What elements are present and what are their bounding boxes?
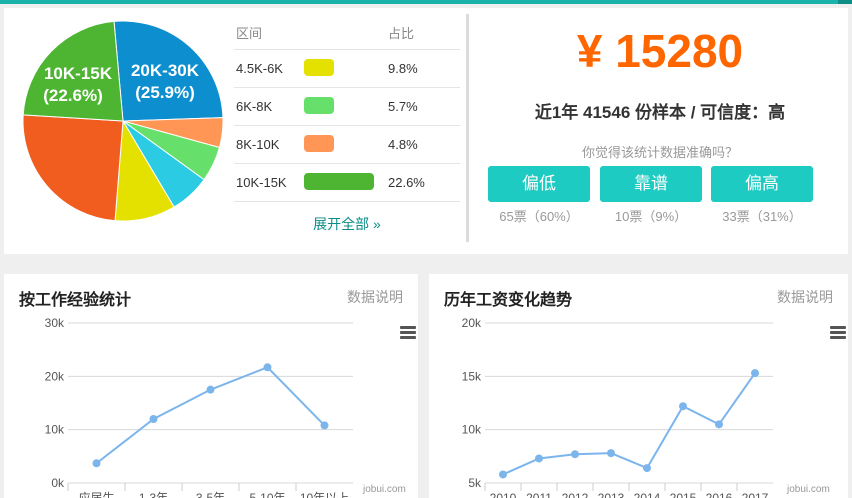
experience-chart-card: 按工作经验统计 数据说明 0k 10k 20k 30k 应届生 1-3年 3-5年 5-10年… <box>4 274 418 498</box>
accuracy-question: 你觉得该统计数据准确吗？ <box>581 145 738 160</box>
trend-chart-x-label: 2010 <box>490 491 517 498</box>
experience-chart-y-tick: 20k <box>45 369 65 383</box>
trend-chart-point <box>535 454 543 463</box>
legend-row: 4.5K-6K 9.8% <box>234 50 460 88</box>
experience-credit: jobui.com <box>363 484 406 495</box>
salary-distribution-pie: 20K-30K (25.9%) 10K-15K (22.6%) <box>22 20 224 222</box>
legend-range: 10K-15K <box>236 175 287 190</box>
trend-chart-y-tick: 10k <box>462 423 482 437</box>
trend-chart-point <box>643 464 651 473</box>
legend-ratio-bar <box>304 96 334 114</box>
experience-chart-x-label: 10年以上 <box>300 491 349 498</box>
legend-row: 8K-10K 4.8% <box>234 126 460 164</box>
experience-chart-y-tick: 10k <box>45 423 65 437</box>
legend-ratio: 9.8% <box>388 61 418 76</box>
experience-chart-point <box>92 459 101 468</box>
legend-ratio-bar <box>304 134 334 152</box>
experience-chart-y-tick: 0k <box>51 476 65 490</box>
legend-row: 6K-8K 5.7% <box>234 88 460 126</box>
sample-info: 近1年 41546 份样本 / 可信度：高 <box>534 103 786 122</box>
pie-slice-5 <box>22 114 124 222</box>
salary-summary-card: 20K-30K (25.9%) 10K-15K (22.6%) 区间 占比 4.5K-… <box>4 8 848 254</box>
experience-chart-x-label: 5-10年 <box>249 491 285 498</box>
legend-ratio: 5.7% <box>388 99 418 114</box>
vote-low-button[interactable]: 偏低 <box>488 166 590 202</box>
trend-chart-card: 历年工资变化趋势 数据说明 5k 10k 15k 20k 2010 2011 2012 201… <box>429 274 848 498</box>
distribution-legend-table: 区间 占比 4.5K-6K 9.8% 6K-8K 5.7% 8K-10K 4.8% 10K-… <box>234 16 460 202</box>
legend-range: 6K-8K <box>236 99 273 114</box>
trend-chart-point <box>607 449 615 458</box>
vertical-divider <box>466 14 469 242</box>
experience-chart-point <box>320 421 329 430</box>
average-salary: ¥ 15280 <box>576 25 744 77</box>
range-header: 区间 <box>236 26 263 41</box>
trend-chart-y-tick: 15k <box>462 369 482 383</box>
experience-chart-point <box>206 385 215 394</box>
experience-chart-series-line <box>95 366 326 465</box>
vote-accurate-button[interactable]: 靠谱 <box>600 166 702 202</box>
experience-chart-x-label: 应届生 <box>78 490 114 498</box>
pie-label-10k15k-range: 10K-15K <box>44 64 113 83</box>
trend-chart-point <box>571 450 579 459</box>
trend-line-chart: 5k 10k 15k 20k 2010 2011 2012 2013 2014 2015 2016 2… <box>462 316 773 498</box>
legend-swatch-cell <box>304 134 388 155</box>
trend-chart-y-tick: 20k <box>462 316 482 330</box>
experience-chart-x-label: 1-3年 <box>139 491 168 498</box>
trend-chart-y-tick: 5k <box>468 476 482 490</box>
top-accent-bar <box>0 0 852 4</box>
legend-row: 10K-15K 22.6% <box>234 164 460 202</box>
pie-label-10k15k-ratio: (22.6%) <box>43 86 103 105</box>
legend-range: 8K-10K <box>236 137 280 152</box>
pie-label-20k30k-ratio: (25.9%) <box>135 83 195 102</box>
legend-ratio: 4.8% <box>388 137 418 152</box>
vote-accurate-count: 10票（9%） <box>614 209 688 224</box>
legend-range: 4.5K-6K <box>236 61 283 76</box>
experience-line-chart: 0k 10k 20k 30k 应届生 1-3年 3-5年 5-10年 10年以上 <box>45 316 353 498</box>
trend-chart-x-label: 2012 <box>562 491 589 498</box>
trend-chart-point <box>679 402 687 411</box>
ratio-header: 占比 <box>388 26 415 41</box>
experience-chart-x-label: 3-5年 <box>196 491 225 498</box>
legend-ratio: 22.6% <box>388 175 425 190</box>
legend-ratio-bar <box>304 172 374 190</box>
trend-credit: jobui.com <box>787 484 830 495</box>
vote-high-count: 33票（31%） <box>722 209 802 224</box>
trend-chart-x-label: 2014 <box>634 491 661 498</box>
legend-ratio-bar <box>304 58 334 76</box>
trend-chart-point <box>751 369 759 378</box>
experience-chart-point <box>149 415 158 423</box>
trend-chart-x-label: 2016 <box>706 491 733 498</box>
trend-chart-x-label: 2015 <box>670 491 697 498</box>
pie-label-20k30k-range: 20K-30K <box>131 61 200 80</box>
experience-chart-y-tick: 30k <box>45 316 65 330</box>
trend-chart-x-label: 2011 <box>526 491 552 498</box>
legend-swatch-cell <box>304 172 388 193</box>
vote-high-button[interactable]: 偏高 <box>711 166 813 202</box>
trend-chart-point <box>499 470 507 479</box>
vote-low-count: 65票（60%） <box>499 209 579 224</box>
expand-all-link[interactable]: 展开全部 » <box>234 214 460 234</box>
experience-chart-point <box>263 363 272 372</box>
trend-chart-x-label: 2013 <box>598 491 625 498</box>
trend-chart-point <box>715 420 723 429</box>
legend-header: 区间 占比 <box>234 16 460 50</box>
trend-chart-x-label: 2017 <box>742 491 769 498</box>
legend-swatch-cell <box>304 58 388 79</box>
legend-swatch-cell <box>304 96 388 117</box>
